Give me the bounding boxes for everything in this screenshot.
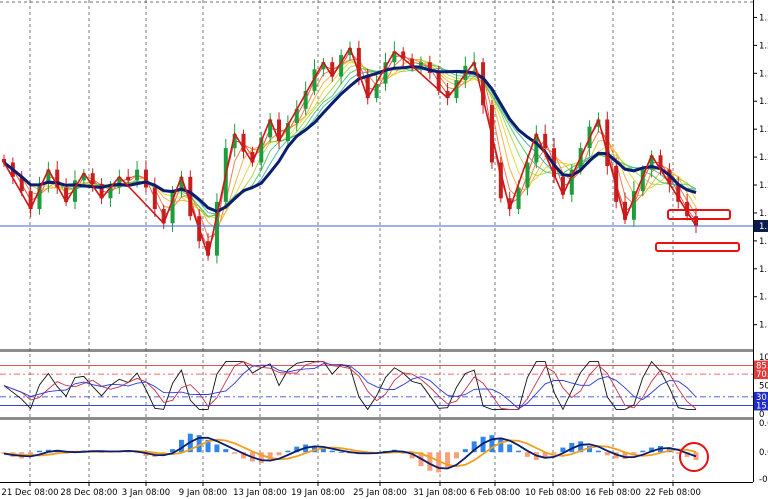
macd-histogram-bar [232, 452, 238, 454]
macd-tick-label: 0.00 [759, 448, 768, 458]
macd-histogram-bar [36, 450, 42, 453]
candle-body [126, 176, 131, 181]
candle-body [143, 169, 148, 188]
macd-histogram-bar [498, 438, 504, 453]
macd-histogram-bar [640, 450, 646, 453]
current-price-label: 1.19426 [759, 222, 768, 232]
candle-body [543, 133, 548, 149]
price-tick-label: 1.22910 [759, 97, 768, 107]
macd-histogram-bar [453, 452, 459, 459]
candle-body [516, 187, 521, 210]
time-tick-label: 10 Feb 08:00 [525, 488, 581, 498]
oscillator-panel-separator[interactable] [0, 349, 753, 352]
time-tick-label: 3 Jan 08:00 [122, 488, 170, 498]
candle-body [90, 173, 95, 184]
trading-chart: 1.25250 1.24470 1.23690 1.22910 1.22130 1.213… [0, 0, 768, 499]
macd-histogram-bar [338, 452, 344, 454]
time-tick-label: 25 Jan 08:00 [353, 488, 407, 498]
macd-tick-label: -0.008966 [759, 475, 768, 485]
price-tick-label: 1.25250 [759, 13, 768, 23]
osc-tick-label: 50 [759, 382, 768, 392]
price-tick-label: 1.19010 [759, 237, 768, 247]
macd-histogram-bar [214, 444, 220, 453]
macd-histogram-bar [462, 449, 468, 453]
macd-histogram-bar [223, 449, 229, 453]
current-price-tag: 1.19426 [754, 219, 768, 232]
macd-tick-label: 0.0097556 [759, 419, 768, 429]
time-tick-label: 9 Jan 08:00 [179, 488, 227, 498]
price-tick-label: 1.23690 [759, 69, 768, 79]
price-tick-label: 1.21350 [759, 153, 768, 163]
macd-histogram-bar [595, 450, 601, 453]
candle-body [418, 62, 423, 66]
macd-histogram-bar [604, 452, 610, 456]
macd-histogram-bar [516, 450, 522, 453]
macd-histogram-bar [329, 450, 335, 453]
macd-histogram-bar [507, 444, 513, 453]
osc-level-tag: 70.0000 [754, 369, 768, 380]
time-tick-label: 21 Dec 08:00 [1, 488, 58, 498]
osc-level-label: 70.0000 [756, 370, 768, 380]
macd-histogram-bar [285, 450, 291, 453]
macd-panel-separator[interactable] [0, 417, 753, 420]
macd-histogram-bar [276, 452, 282, 456]
candle-body [525, 162, 530, 188]
price-tick-label: 1.18230 [759, 265, 768, 275]
price-tick-label: 1.16670 [759, 321, 768, 331]
time-tick-label: 13 Jan 08:00 [233, 488, 287, 498]
osc-tick-label: 100 [759, 353, 768, 363]
macd-histogram-bar [524, 452, 530, 457]
macd-histogram-bar [427, 452, 433, 471]
price-tick-label: 1.24470 [759, 41, 768, 51]
price-tick-label: 1.19790 [759, 209, 768, 219]
time-tick-label: 28 Dec 08:00 [60, 488, 117, 498]
time-tick-label: 6 Feb 08:00 [470, 488, 520, 498]
time-tick-label: 31 Jan 08:00 [413, 488, 467, 498]
price-tick-label: 1.20570 [759, 181, 768, 191]
time-tick-label: 19 Jan 08:00 [291, 488, 345, 498]
candle-body [135, 169, 140, 181]
price-tick-label: 1.17450 [759, 293, 768, 303]
macd-histogram-bar [551, 452, 557, 454]
macd-axis: 0.0097556 0.00 -0.008966 [759, 419, 768, 485]
time-tick-label: 16 Feb 08:00 [585, 488, 641, 498]
candle-body [152, 187, 157, 210]
time-tick-label: 22 Feb 08:00 [645, 488, 701, 498]
price-tick-label: 1.22130 [759, 125, 768, 135]
